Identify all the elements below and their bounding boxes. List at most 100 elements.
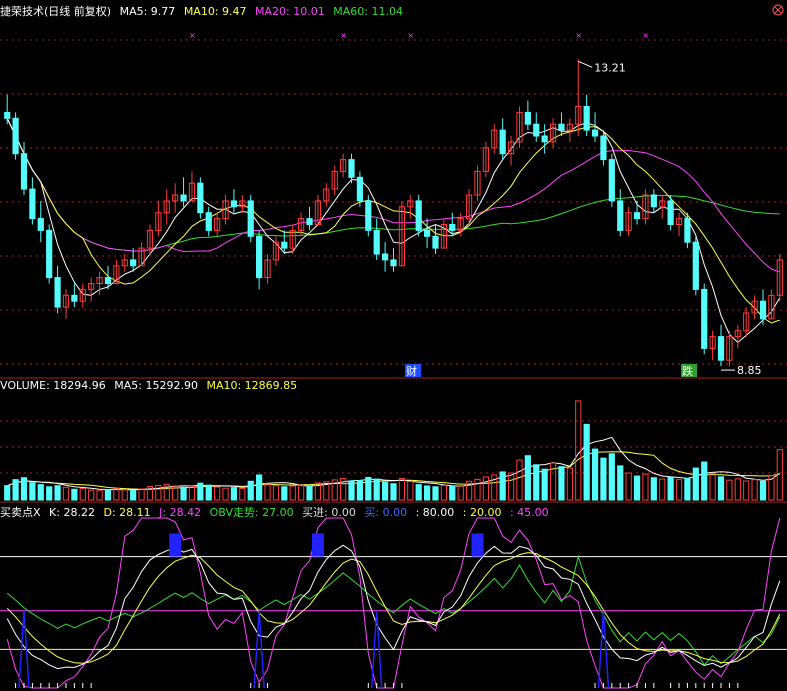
close-icon[interactable]: [772, 4, 784, 16]
volume-bar: [440, 484, 447, 501]
ma20-label: MA20: 10.01: [255, 5, 325, 18]
stock-chart[interactable]: × × × × × 13.21 8.85 财 跌: [0, 0, 787, 691]
candle-body: [390, 259, 397, 267]
candle-body: [692, 241, 699, 290]
volume-bar: [138, 488, 145, 501]
volume-bar: [348, 480, 355, 501]
candle-body: [104, 277, 112, 285]
buy-label: 买: 0.00: [364, 506, 408, 519]
candle-body: [423, 229, 431, 237]
ma10-line: [6, 118, 780, 324]
volume-bar: [230, 487, 238, 501]
candle-body: [591, 129, 599, 137]
volume-bar: [373, 478, 380, 501]
sell-marker: ×: [407, 31, 414, 40]
volume-bar: [12, 479, 19, 501]
candle-body: [365, 200, 372, 231]
volume-bar: [4, 485, 11, 501]
volume-bar: [507, 472, 515, 501]
candle-body: [29, 188, 36, 220]
high-price-label: 13.21: [594, 61, 626, 74]
cai-badge[interactable]: 财: [406, 364, 417, 378]
die-badge[interactable]: 跌: [682, 364, 693, 378]
volume-bar: [365, 476, 372, 501]
volume-bar: [54, 485, 61, 501]
vol-ma10-label: MA10: 12869.85: [206, 379, 298, 392]
candle-body: [759, 300, 767, 320]
volume-bar: [214, 486, 221, 501]
volume-bar: [633, 475, 641, 501]
volume-bar: [701, 461, 708, 501]
volume-bar: [684, 478, 691, 501]
volume-bar: [247, 480, 254, 501]
candle-body: [197, 182, 204, 214]
candle-body: [633, 212, 641, 220]
volume-bar: [46, 486, 53, 501]
volume-bar: [104, 489, 112, 501]
volume-bar: [121, 489, 128, 501]
volume-ma-lines: [7, 436, 781, 491]
volume-bar: [659, 478, 666, 501]
candlesticks: [4, 59, 783, 367]
volume-bar: [717, 476, 725, 501]
ma60-line: [6, 118, 780, 252]
ma10-label: MA10: 9.47: [183, 5, 247, 18]
volume-bar: [457, 485, 464, 501]
volume-bar: [751, 479, 758, 501]
high-pointer: [578, 60, 593, 68]
indicator-title: 买卖点X: [0, 506, 41, 519]
volume-header: VOLUME: 18294.96 MA5: 15292.90 MA10: 128…: [0, 379, 302, 392]
volume-bar: [222, 487, 229, 501]
sell-marker: ×: [189, 31, 196, 40]
candle-body: [432, 235, 439, 249]
candle-body: [533, 123, 540, 137]
moving-average-lines: [6, 118, 781, 344]
sell-marker: ×: [340, 31, 347, 40]
buy-signal-block: [471, 533, 484, 557]
volume-bar: [499, 471, 506, 501]
candle-body: [180, 194, 187, 202]
volume-bar: [130, 489, 137, 501]
volume-bar: [608, 453, 615, 501]
volume-bar: [289, 485, 296, 501]
volume-bar: [398, 478, 406, 501]
volume-bar: [407, 481, 414, 501]
d-line: [6, 552, 781, 664]
volume-bar: [709, 473, 716, 501]
candle-body: [524, 111, 531, 125]
buy-signal-block: [169, 533, 182, 557]
k-label: K: 28.22: [49, 506, 95, 519]
volume-bar: [692, 467, 699, 501]
d-label: D: 28.11: [103, 506, 151, 519]
volume-bar: [541, 468, 548, 501]
volume-bar: [37, 484, 44, 501]
volume-bar: [88, 489, 95, 501]
volume-bar: [449, 486, 456, 501]
low-price-label: 8.85: [737, 364, 762, 377]
volume-bar: [256, 474, 263, 501]
volume-bar: [474, 478, 481, 501]
volume-bar: [734, 478, 741, 501]
volume-bar: [575, 400, 582, 501]
volume-ma5-line: [7, 436, 781, 491]
candle-body: [415, 200, 422, 231]
candle-body: [717, 336, 725, 361]
volume-bar: [381, 481, 389, 501]
candle-body: [667, 200, 674, 225]
buy-in-label: 买进: 0.00: [302, 506, 356, 519]
price-header: 捷荣技术(日线 前复权) MA5: 9.77 MA10: 9.47 MA20: …: [0, 3, 408, 19]
candle-body: [46, 229, 53, 279]
candle-body: [499, 129, 506, 155]
buy-signal-block: [311, 533, 324, 557]
volume-bar: [625, 472, 632, 501]
candle-body: [684, 218, 691, 243]
volume-bar: [617, 465, 624, 501]
volume-bar: [583, 423, 590, 501]
volume-bar: [600, 457, 607, 501]
candle-body: [54, 277, 61, 308]
volume-bar: [197, 482, 204, 501]
candle-body: [558, 123, 565, 131]
candle-body: [12, 117, 19, 155]
candle-body: [449, 224, 456, 231]
volume-bar: [79, 487, 86, 501]
